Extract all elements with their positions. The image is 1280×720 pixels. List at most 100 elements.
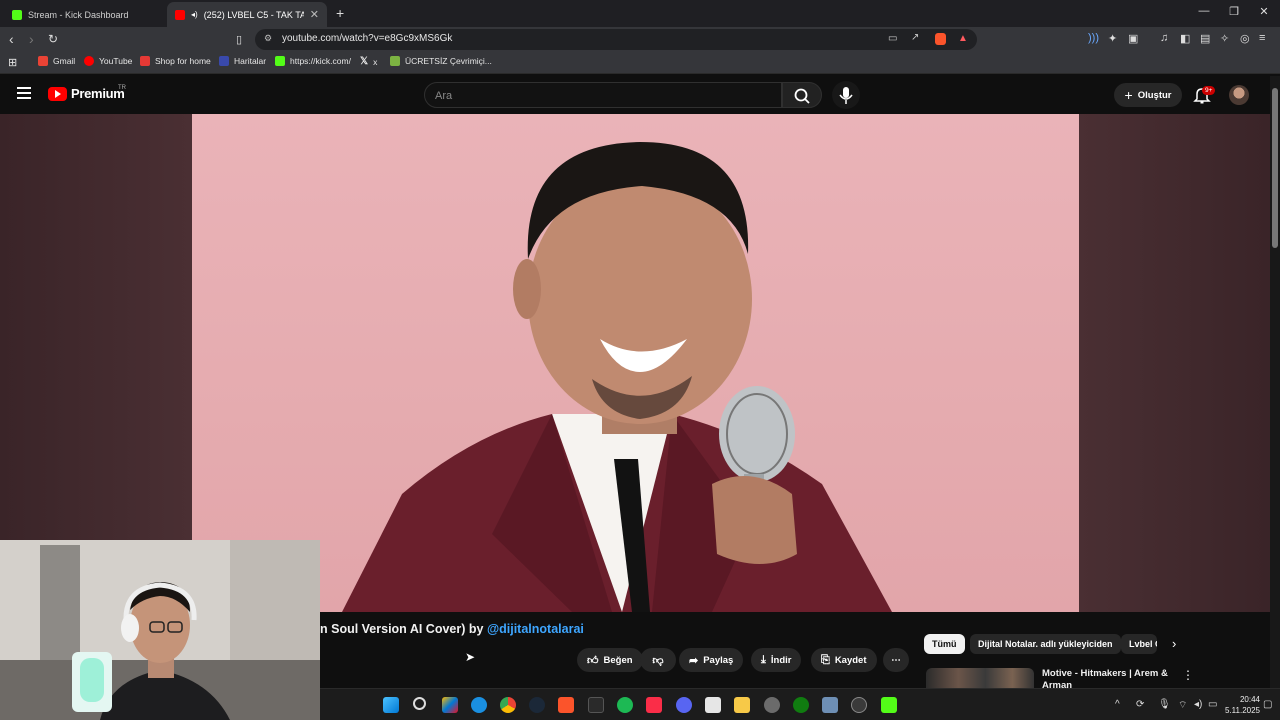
- mouse-cursor-icon: ➤: [465, 650, 476, 664]
- scrollbar-thumb[interactable]: [1272, 88, 1278, 248]
- maximize-button[interactable]: ❐: [1224, 5, 1244, 18]
- bookmark-youtube[interactable]: YouTube: [84, 56, 132, 66]
- bookmark-haritalar[interactable]: Haritalar: [219, 56, 266, 66]
- bookmark-icon[interactable]: ▯: [236, 33, 242, 46]
- settings-gear-icon[interactable]: [764, 697, 780, 713]
- wallet-icon[interactable]: ▣: [1128, 32, 1138, 45]
- app-icon[interactable]: [822, 697, 838, 713]
- tray-chevron-up-icon[interactable]: ^: [1115, 699, 1120, 710]
- like-label: Beğen: [603, 654, 633, 666]
- chip-lvbel[interactable]: Lvbel C: [1121, 634, 1157, 654]
- search-icon[interactable]: [413, 697, 426, 710]
- menu-icon[interactable]: ≡: [1259, 32, 1265, 44]
- dislike-button[interactable]: 👎︎: [640, 648, 676, 672]
- tab-youtube-video[interactable]: ◂) (252) LVBEL C5 - TAK TAK TAK ✕: [167, 2, 327, 27]
- windows-taskbar: ^ ⟳ 🎙︎ ⌔ ◂) ▭ 20:44 5.11.2025 ▢: [320, 688, 1280, 720]
- file-explorer-icon[interactable]: [734, 697, 750, 713]
- tab-kick-dashboard[interactable]: Stream - Kick Dashboard: [4, 2, 164, 27]
- more-actions-button[interactable]: ⋯: [883, 648, 909, 672]
- video-frame[interactable]: [192, 114, 1079, 612]
- app-icon[interactable]: [705, 697, 721, 713]
- forward-button[interactable]: ›: [29, 31, 34, 47]
- cast-icon[interactable]: ▭: [888, 33, 897, 44]
- brave-icon[interactable]: [558, 697, 574, 713]
- microphone-icon[interactable]: 🎙︎: [1158, 699, 1171, 710]
- chrome-icon[interactable]: [500, 697, 516, 713]
- copilot-icon[interactable]: [442, 697, 458, 713]
- music-icon[interactable]: ♫: [1160, 32, 1168, 44]
- recommended-video-title[interactable]: Motive - Hitmakers | Arem & Arman: [1042, 668, 1172, 688]
- kick-icon: [275, 56, 285, 66]
- brave-shield-icon[interactable]: [935, 33, 946, 45]
- edge-icon[interactable]: [471, 697, 487, 713]
- save-button[interactable]: ⎘ Kaydet: [811, 648, 877, 672]
- discord-icon[interactable]: [676, 697, 692, 713]
- recommended-video-thumbnail[interactable]: [926, 668, 1034, 688]
- chevron-right-icon[interactable]: ›: [1172, 636, 1176, 651]
- search-button[interactable]: [782, 82, 822, 108]
- notifications-icon[interactable]: ▢: [1263, 699, 1272, 710]
- browser-tab-bar: Stream - Kick Dashboard ◂) (252) LVBEL C…: [0, 0, 1280, 27]
- bookmark-label: YouTube: [99, 56, 133, 66]
- wifi-icon[interactable]: ⌔: [1178, 699, 1187, 712]
- minimize-button[interactable]: —: [1194, 5, 1214, 17]
- volume-icon[interactable]: ◂): [1194, 699, 1202, 710]
- download-button[interactable]: ⤓ İndir: [751, 648, 802, 672]
- sync-icon[interactable]: ⟳: [1136, 699, 1144, 710]
- download-icon: ⤓: [761, 653, 766, 666]
- share-label: Paylaş: [703, 654, 734, 666]
- vpn-icon[interactable]: ◎: [1240, 32, 1250, 45]
- window-close-button[interactable]: ✕: [1254, 5, 1274, 18]
- more-vertical-icon[interactable]: ⋮: [1182, 668, 1194, 682]
- bookmark-ucretsiz[interactable]: ÜCRETSİZ Çevrimiçi...: [390, 56, 492, 66]
- bookmark-shop-for-home[interactable]: Shop for home: [140, 56, 211, 66]
- create-button[interactable]: + Oluştur: [1114, 83, 1182, 107]
- system-clock[interactable]: 20:44 5.11.2025: [1225, 694, 1260, 716]
- site-info-icon[interactable]: ⚙: [264, 33, 272, 44]
- wallet-icon[interactable]: ▤: [1200, 32, 1210, 45]
- chip-all[interactable]: Tümü: [924, 634, 965, 654]
- brave-rewards-icon[interactable]: ▲: [958, 33, 968, 44]
- search-input[interactable]: [435, 88, 765, 104]
- video-title: n Soul Version AI Cover) by @dijitalnota…: [320, 622, 584, 636]
- create-label: Oluştur: [1137, 89, 1172, 101]
- leo-ai-icon[interactable]: ✧: [1220, 32, 1229, 45]
- spotify-icon[interactable]: [617, 697, 633, 713]
- audio-icon[interactable]: ))): [1088, 32, 1099, 44]
- close-icon[interactable]: ✕: [310, 8, 319, 21]
- address-bar[interactable]: ⚙ youtube.com/watch?v=e8Gc9xMS6Gk ▭ ↗ ▲: [255, 29, 977, 50]
- sidebar-icon[interactable]: ◧: [1180, 32, 1190, 45]
- youtube-icon: [175, 9, 185, 20]
- hamburger-menu-icon[interactable]: [17, 87, 31, 99]
- extensions-icon[interactable]: ✦: [1108, 32, 1117, 45]
- bookmark-gmail[interactable]: Gmail: [38, 56, 75, 66]
- reload-button[interactable]: ↻: [48, 32, 58, 46]
- steam-icon[interactable]: [529, 697, 545, 713]
- epic-games-icon[interactable]: [588, 697, 604, 713]
- like-button[interactable]: 👍︎ Beğen: [577, 648, 643, 672]
- apps-grid-icon[interactable]: ⊞: [8, 56, 17, 69]
- search-icon: [794, 88, 810, 104]
- recommended-video[interactable]: Motive - Hitmakers | Arem & Arman ⋮: [926, 666, 1270, 688]
- app-icon[interactable]: [851, 697, 867, 713]
- account-avatar[interactable]: [1229, 85, 1249, 105]
- page-scrollbar[interactable]: [1270, 76, 1280, 688]
- voice-search-button[interactable]: [832, 81, 860, 109]
- share-icon[interactable]: ↗: [911, 32, 919, 43]
- windows-start-icon[interactable]: [383, 697, 399, 713]
- bookmark-x[interactable]: 𝕏x: [360, 56, 377, 67]
- url-text[interactable]: youtube.com/watch?v=e8Gc9xMS6Gk: [282, 33, 452, 44]
- share-button[interactable]: ➦ Paylaş: [679, 648, 744, 672]
- back-button[interactable]: ‹: [9, 31, 14, 47]
- apple-music-icon[interactable]: [646, 697, 662, 713]
- xbox-icon[interactable]: [793, 697, 809, 713]
- youtube-premium-logo[interactable]: Premium: [48, 86, 125, 101]
- microphone-icon: [839, 87, 853, 104]
- bookmark-kick[interactable]: https://kick.com/: [275, 56, 351, 66]
- bookmark-label: x: [373, 56, 378, 67]
- new-tab-button[interactable]: +: [336, 5, 344, 21]
- channel-mention-link[interactable]: @dijitalnotalarai: [487, 622, 584, 636]
- chip-from-uploader[interactable]: Dijital Notalar. adlı yükleyiciden: [970, 634, 1121, 654]
- battery-icon[interactable]: ▭: [1208, 699, 1217, 710]
- kick-icon[interactable]: [881, 697, 897, 713]
